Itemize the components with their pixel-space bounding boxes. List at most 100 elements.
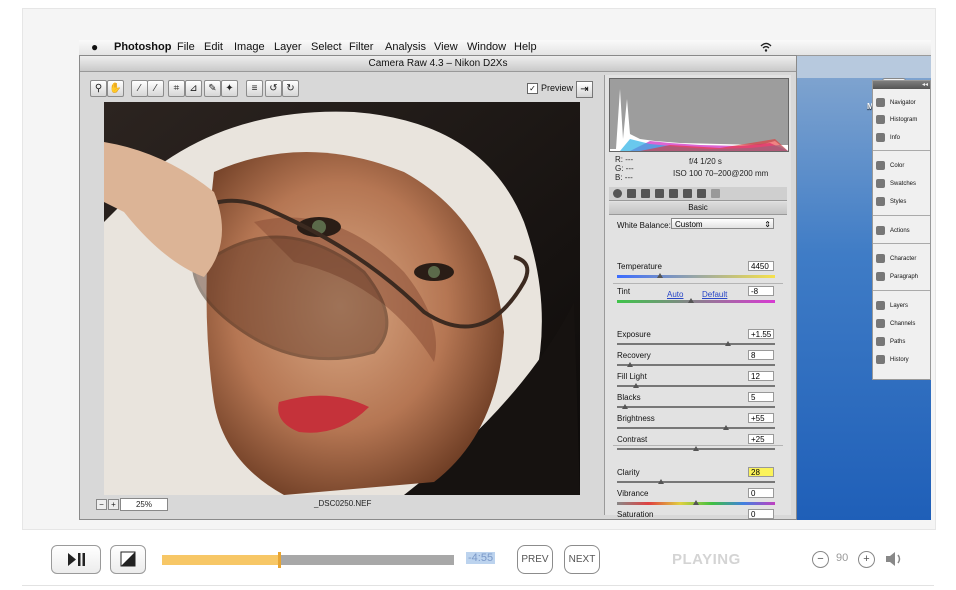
slider-track-brightness[interactable] — [617, 425, 775, 430]
preferences-icon[interactable]: ≡ — [246, 80, 263, 97]
slider-track-clarity[interactable] — [617, 479, 775, 484]
crop-tool-icon[interactable]: ⌗ — [168, 80, 185, 97]
slider-input-blacks[interactable]: 5 — [748, 392, 774, 402]
slider-thumb[interactable] — [632, 383, 639, 388]
palette-item-history[interactable]: History — [876, 355, 909, 364]
slider-thumb[interactable] — [723, 425, 730, 430]
stop-button[interactable] — [110, 545, 146, 574]
tab-hsl-icon[interactable] — [655, 189, 664, 198]
tab-presets-icon[interactable] — [711, 189, 720, 198]
slider-thumb[interactable] — [693, 446, 699, 451]
zoom-level-select[interactable]: 25% — [120, 498, 168, 511]
play-pause-button[interactable] — [51, 545, 101, 574]
palette-item-paragraph[interactable]: Paragraph — [876, 272, 918, 281]
tab-camera-icon[interactable] — [697, 189, 706, 198]
slider-thumb[interactable] — [724, 341, 731, 346]
rotate-left-icon[interactable]: ↺ — [265, 80, 282, 97]
zoom-out-button[interactable]: − — [96, 499, 107, 510]
slider-track-tint[interactable] — [617, 298, 775, 303]
palette-divider — [873, 150, 930, 151]
menu-app-name[interactable]: Photoshop — [114, 40, 171, 55]
palette-item-styles[interactable]: Styles — [876, 197, 906, 206]
red-eye-tool-icon[interactable]: ✦ — [221, 80, 238, 97]
slider-track-fill-light[interactable] — [617, 383, 775, 388]
checkmark-icon[interactable]: ✓ — [527, 83, 538, 95]
palette-item-color[interactable]: Color — [876, 161, 904, 170]
slider-input-contrast[interactable]: +25 — [748, 434, 774, 444]
slider-input-exposure[interactable]: +1.55 — [748, 329, 774, 339]
palette-item-channels[interactable]: Channels — [876, 319, 915, 328]
menu-analysis[interactable]: Analysis — [385, 40, 426, 55]
prev-button[interactable]: PREV — [517, 545, 553, 574]
palette-item-navigator[interactable]: Navigator — [876, 98, 916, 107]
slider-thumb[interactable] — [626, 362, 633, 367]
slider-input-saturation[interactable]: 0 — [748, 509, 774, 519]
palette-item-character[interactable]: Character — [876, 254, 916, 263]
slider-input-tint[interactable]: -8 — [748, 286, 774, 296]
palette-item-histogram[interactable]: Histogram — [876, 115, 917, 124]
slider-thumb[interactable] — [621, 404, 628, 409]
slider-track-exposure[interactable] — [617, 341, 775, 346]
tab-split-toning-icon[interactable] — [669, 189, 678, 198]
slider-input-temperature[interactable]: 4450 — [748, 261, 774, 271]
white-balance-tool-icon[interactable]: ⁄ — [131, 80, 148, 97]
palette-item-layers[interactable]: Layers — [876, 301, 908, 310]
menu-edit[interactable]: Edit — [204, 40, 223, 55]
volume-down-button[interactable]: − — [812, 551, 829, 568]
menu-image[interactable]: Image — [234, 40, 265, 55]
volume-value: 90 — [836, 552, 849, 564]
menu-help[interactable]: Help — [514, 40, 537, 55]
slider-track-recovery[interactable] — [617, 362, 775, 367]
menu-filter[interactable]: Filter — [349, 40, 373, 55]
preview-checkbox[interactable]: ✓ Preview — [527, 83, 573, 95]
palette-item-actions[interactable]: Actions — [876, 226, 910, 235]
menu-layer[interactable]: Layer — [274, 40, 302, 55]
wifi-icon[interactable] — [760, 42, 772, 52]
palette-item-swatches[interactable]: Swatches — [876, 179, 916, 188]
rotate-right-icon[interactable]: ↻ — [282, 80, 299, 97]
zoom-tool-icon[interactable]: ⚲ — [90, 80, 107, 97]
slider-input-clarity[interactable]: 28 — [748, 467, 774, 477]
white-balance-select[interactable]: Custom ⇕ — [671, 218, 774, 229]
straighten-tool-icon[interactable]: ⊿ — [185, 80, 202, 97]
default-link[interactable]: Default — [702, 290, 727, 299]
image-preview[interactable] — [104, 102, 580, 495]
tab-tone-curve-icon[interactable] — [627, 189, 636, 198]
slider-input-brightness[interactable]: +55 — [748, 413, 774, 423]
slider-thumb[interactable] — [693, 500, 699, 505]
fullscreen-toggle-icon[interactable]: ⇥ — [576, 81, 593, 98]
slider-thumb[interactable] — [656, 273, 663, 278]
auto-link[interactable]: Auto — [667, 290, 683, 299]
palette-item-paths[interactable]: Paths — [876, 337, 905, 346]
progress-handle[interactable] — [277, 552, 281, 568]
slider-track-blacks[interactable] — [617, 404, 775, 409]
slider-thumb[interactable] — [658, 479, 665, 484]
tab-lens-icon[interactable] — [683, 189, 692, 198]
volume-up-button[interactable]: + — [858, 551, 875, 568]
hand-tool-icon[interactable]: ✋ — [107, 80, 124, 97]
dialog-title: Camera Raw 4.3 – Nikon D2Xs — [80, 56, 796, 72]
menu-select[interactable]: Select — [311, 40, 342, 55]
slider-track-temperature[interactable] — [617, 273, 775, 278]
next-button[interactable]: NEXT — [564, 545, 600, 574]
palette-header[interactable]: ◂◂ — [873, 81, 930, 89]
color-sampler-tool-icon[interactable]: ⁄ — [147, 80, 164, 97]
speaker-icon[interactable] — [884, 550, 904, 568]
slider-thumb[interactable] — [688, 298, 695, 303]
zoom-in-button[interactable]: + — [108, 499, 119, 510]
tab-basic-icon[interactable] — [613, 189, 622, 198]
palette-item-info[interactable]: Info — [876, 133, 900, 142]
menu-window[interactable]: Window — [467, 40, 506, 55]
slider-track-vibrance[interactable] — [617, 500, 775, 505]
slider-input-vibrance[interactable]: 0 — [748, 488, 774, 498]
slider-input-recovery[interactable]: 8 — [748, 350, 774, 360]
progress-bar[interactable] — [162, 552, 454, 568]
slider-input-fill-light[interactable]: 12 — [748, 371, 774, 381]
apple-icon[interactable]: ● — [91, 40, 98, 55]
tab-detail-icon[interactable] — [641, 189, 650, 198]
menu-view[interactable]: View — [434, 40, 458, 55]
retouch-tool-icon[interactable]: ✎ — [204, 80, 221, 97]
menu-file[interactable]: File — [177, 40, 195, 55]
slider-label-recovery: Recovery — [617, 351, 651, 360]
slider-track-contrast[interactable] — [617, 446, 775, 451]
